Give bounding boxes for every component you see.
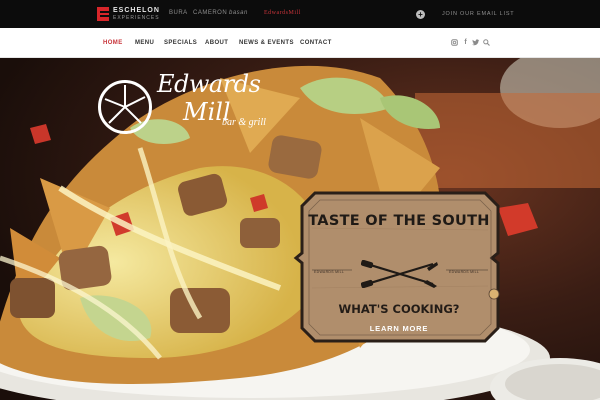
top-bar: ESCHELON EXPERIENCES BURA CAMERON basan … [0,0,600,28]
brand-link-edwards-mill[interactable]: EdwardsMill [264,10,301,16]
main-nav: HOME MENU SPECIALS ABOUT NEWS & EVENTS C… [0,28,600,58]
brand-link-bura[interactable]: BURA [169,10,188,16]
learn-more-link[interactable]: LEARN MORE [300,324,498,333]
plus-circle-icon[interactable]: + [416,10,425,19]
brand-link-cameron[interactable]: CAMERON [193,10,227,16]
edwards-mill-wheel-icon[interactable] [98,80,152,134]
nav-item-about[interactable]: ABOUT [205,40,228,46]
instagram-icon[interactable] [451,39,458,46]
twitter-icon[interactable] [472,39,480,46]
promo-small-left: EDWARDS MILL [314,270,345,274]
company-name[interactable]: ESCHELON [113,7,160,14]
facebook-icon[interactable]: f [462,39,469,46]
restaurant-tagline: bar & grill [222,117,266,128]
restaurant-name-line1[interactable]: Edwards [157,70,261,98]
whats-cooking-heading: WHAT'S COOKING? [338,302,460,316]
nav-item-menu[interactable]: MENU [135,40,154,46]
promo-title: TASTE OF THE SOUTH [308,213,490,229]
nav-item-home[interactable]: HOME [103,40,123,46]
promo-small-right: EDWARDS MILL [449,270,480,274]
crossed-utensils-icon [360,259,439,293]
company-subtitle: EXPERIENCES [113,15,160,21]
nav-item-news-events[interactable]: NEWS & EVENTS [239,40,294,46]
search-icon[interactable] [483,39,490,46]
join-email-link[interactable]: JOIN OUR EMAIL LIST [442,11,514,17]
nav-item-specials[interactable]: SPECIALS [164,40,197,46]
eschelon-logo-icon[interactable] [97,7,109,21]
nav-item-contact[interactable]: CONTACT [300,40,332,46]
brand-link-basan[interactable]: basan [229,10,248,16]
